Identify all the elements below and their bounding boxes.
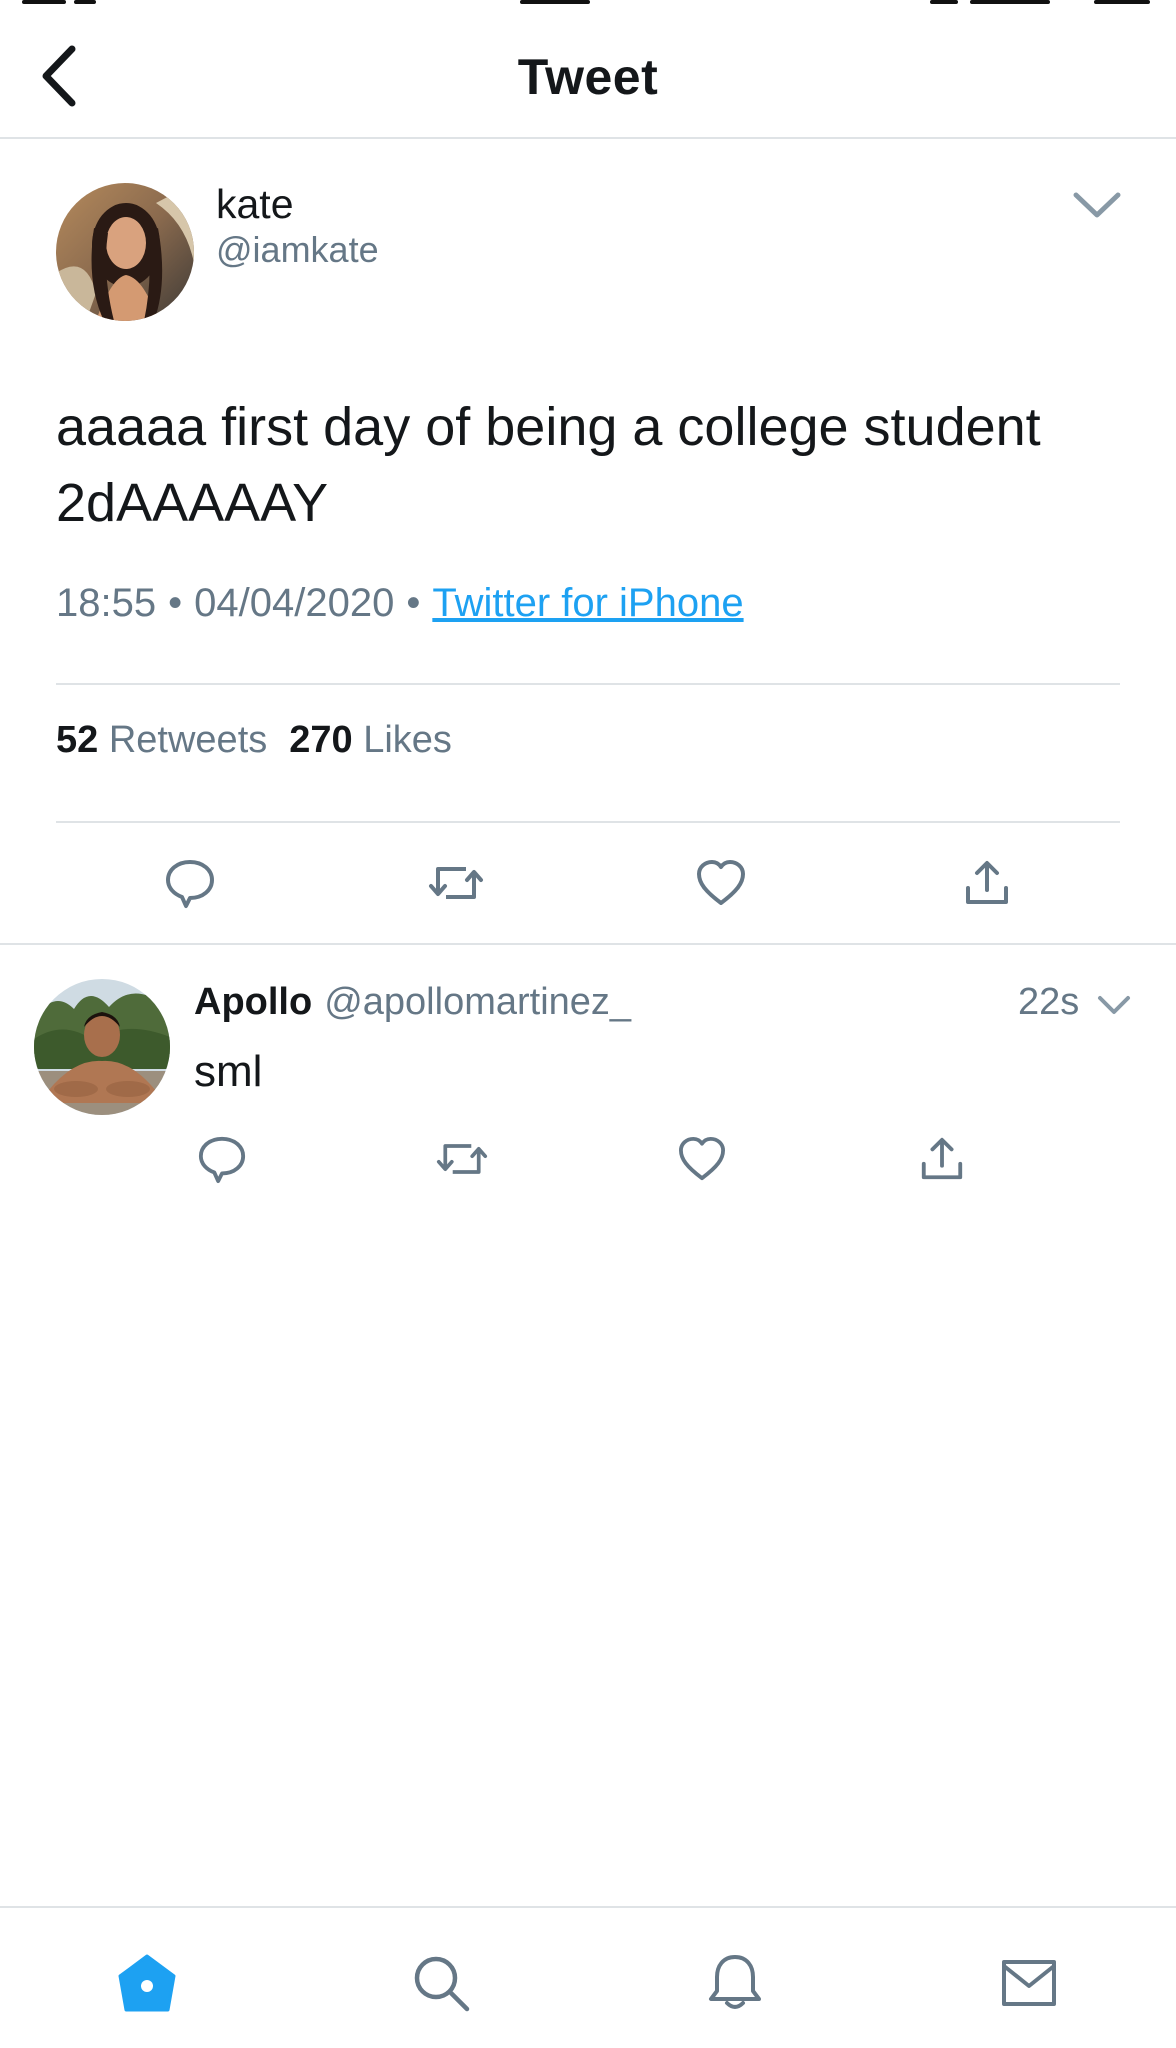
tweet-meta: 18:55 • 04/04/2020 • Twitter for iPhone — [56, 581, 744, 625]
retweet-icon — [436, 1144, 488, 1174]
likes-label: Likes — [363, 719, 452, 761]
chevron-down-icon — [1073, 192, 1121, 218]
likes-stat[interactable]: 270 Likes — [289, 719, 452, 761]
reply-tweet[interactable]: Apollo @apollomartinez_ 22s sml — [0, 947, 1176, 1207]
tweet-source-link[interactable]: Twitter for iPhone — [432, 581, 743, 625]
tweet-options-button[interactable] — [1070, 183, 1124, 225]
retweet-button[interactable] — [436, 1133, 488, 1185]
reply-header: Apollo @apollomartinez_ — [194, 981, 631, 1024]
comment-bubble-icon — [166, 860, 214, 908]
like-button[interactable] — [693, 857, 749, 909]
like-button[interactable] — [676, 1133, 728, 1185]
tab-messages[interactable] — [996, 1950, 1062, 2016]
heart-icon — [697, 860, 745, 905]
mail-icon — [1002, 1960, 1056, 2006]
avatar-image — [34, 979, 170, 1115]
retweets-label: Retweets — [108, 719, 268, 761]
reply-timestamp: 22s — [1018, 981, 1080, 1023]
reply-options-button[interactable] — [1096, 991, 1132, 1019]
retweets-count: 52 — [56, 719, 99, 761]
author-name[interactable]: kate — [216, 181, 294, 228]
reply-text: sml — [194, 1047, 263, 1096]
comment-bubble-icon — [198, 1136, 246, 1184]
share-button[interactable] — [916, 1133, 968, 1185]
heart-icon — [679, 1136, 725, 1181]
reply-button[interactable] — [196, 1133, 248, 1185]
reply-button[interactable] — [162, 857, 218, 909]
reply-author-handle[interactable]: @apollomartinez_ — [324, 981, 631, 1023]
avatar[interactable] — [34, 979, 170, 1115]
tweet-date: 04/04/2020 — [194, 581, 395, 625]
reply-author-name[interactable]: Apollo — [194, 981, 312, 1023]
likes-count: 270 — [289, 719, 353, 761]
tab-search[interactable] — [408, 1950, 474, 2016]
retweets-stat[interactable]: 52 Retweets — [56, 719, 267, 761]
avatar[interactable] — [56, 183, 194, 321]
share-upload-icon — [921, 1137, 963, 1180]
retweet-button[interactable] — [428, 857, 484, 909]
bell-icon — [709, 1955, 761, 2009]
divider — [56, 821, 1120, 823]
search-icon — [414, 1956, 470, 2012]
author-handle[interactable]: @iamkate — [216, 229, 379, 271]
tab-notifications[interactable] — [702, 1950, 768, 2016]
divider — [56, 683, 1120, 685]
share-button[interactable] — [959, 857, 1015, 909]
bottom-tab-bar — [0, 1906, 1176, 2048]
main-tweet: kate @iamkate aaaaa first day of being a… — [0, 141, 1176, 945]
chevron-down-icon — [1098, 996, 1130, 1014]
home-icon — [118, 1954, 176, 2012]
page-title: Tweet — [517, 49, 659, 105]
tweet-text: aaaaa first day of being a college stude… — [56, 397, 1041, 533]
top-nav-bar: Tweet — [0, 0, 1176, 139]
avatar-image — [56, 183, 194, 321]
tweet-stats: 52 Retweets 270 Likes — [56, 719, 452, 762]
tab-home[interactable] — [114, 1950, 180, 2016]
share-upload-icon — [966, 861, 1008, 904]
retweet-icon — [429, 867, 483, 899]
tweet-time: 18:55 — [56, 581, 157, 625]
